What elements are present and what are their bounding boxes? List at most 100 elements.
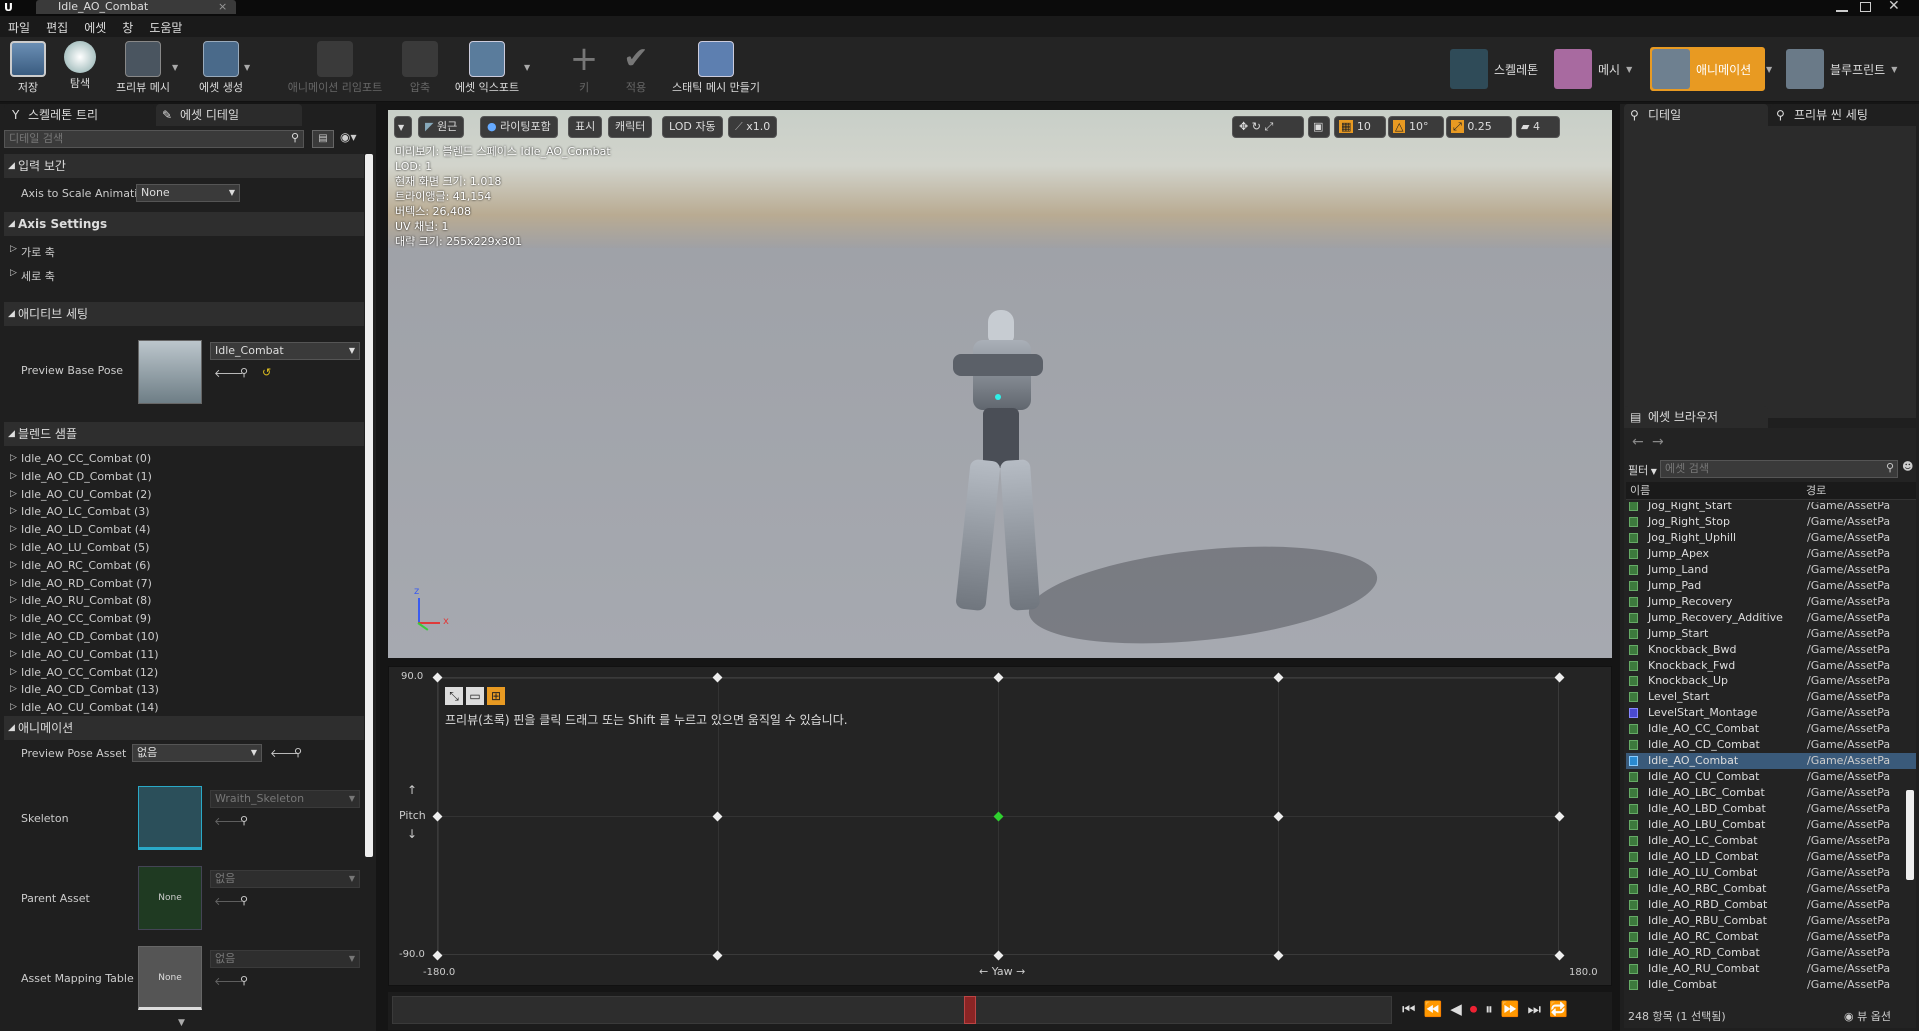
sample-pin[interactable]: [712, 672, 723, 682]
sample-pin[interactable]: [1273, 811, 1284, 821]
axis-item-horizontal[interactable]: ▷ 가로 축: [4, 244, 364, 262]
close-window-button[interactable]: ✕: [1888, 0, 1900, 14]
show-button[interactable]: 표시: [568, 116, 603, 138]
blend-sample-item[interactable]: ▷ Idle_AO_CU_Combat (14): [4, 699, 344, 716]
menu-window[interactable]: 창: [114, 16, 141, 37]
mode-mesh-button[interactable]: 메시 ▼: [1554, 47, 1632, 91]
back-arrow-icon[interactable]: ←: [1632, 434, 1644, 450]
play-reverse-icon[interactable]: ◀: [1450, 1000, 1462, 1018]
move-icon[interactable]: ✥: [1239, 120, 1252, 133]
blend-sample-item[interactable]: ▷ Idle_AO_CU_Combat (11): [4, 646, 344, 663]
record-icon[interactable]: ⏺: [1470, 1000, 1478, 1018]
sample-pin[interactable]: [1554, 950, 1564, 960]
asset-list-scrollbar[interactable]: [1906, 790, 1914, 880]
browse-icon[interactable]: ⚲: [240, 974, 248, 987]
asset-row[interactable]: Knockback_Bwd/Game/AssetPa: [1626, 642, 1916, 658]
tab-skeleton-tree[interactable]: Y 스켈레톤 트리: [4, 104, 154, 126]
preview-mesh-button[interactable]: 프리뷰 메시: [108, 39, 178, 99]
axis-to-scale-dropdown[interactable]: None ▼: [136, 184, 240, 202]
axis-item-vertical[interactable]: ▷ 세로 축: [4, 268, 364, 286]
mode-blueprint-dropdown-icon[interactable]: ▼: [1891, 65, 1897, 74]
playback-speed-button[interactable]: ⟋ x1.0: [728, 116, 778, 138]
timeline-scrubber[interactable]: [964, 996, 976, 1024]
asset-row[interactable]: Idle_AO_CC_Combat/Game/AssetPa: [1626, 721, 1916, 737]
preview-base-pose-dropdown[interactable]: Idle_Combat ▼: [210, 342, 360, 360]
preview-mesh-dropdown-icon[interactable]: ▼: [172, 63, 178, 72]
menu-edit[interactable]: 편집: [38, 16, 76, 37]
asset-row[interactable]: Idle_AO_LC_Combat/Game/AssetPa: [1626, 833, 1916, 849]
blendspace-graph[interactable]: ⤡ ▭ ⊞ 프리뷰(초록) 핀을 클릭 드래그 또는 Shift 를 누르고 있…: [388, 666, 1612, 986]
details-scrollbar[interactable]: [365, 154, 373, 857]
asset-row[interactable]: Jump_Apex/Game/AssetPa: [1626, 546, 1916, 562]
asset-search-input[interactable]: 에셋 검색 ⚲: [1660, 460, 1898, 478]
forward-arrow-icon[interactable]: →: [1652, 434, 1664, 450]
close-tab-icon[interactable]: ×: [218, 0, 227, 13]
asset-row[interactable]: Idle_AO_Combat/Game/AssetPa: [1626, 753, 1916, 770]
menu-file[interactable]: 파일: [0, 16, 38, 37]
reimport-animation-button[interactable]: 애니메이션 리임포트: [282, 39, 388, 99]
blend-sample-item[interactable]: ▷ Idle_AO_CD_Combat (1): [4, 468, 344, 485]
browse-icon[interactable]: ⚲: [240, 814, 248, 827]
rotation-snap-button[interactable]: △ 10°: [1388, 116, 1444, 138]
eye-icon[interactable]: ◉▾: [340, 130, 357, 144]
asset-row[interactable]: Idle_AO_CU_Combat/Game/AssetPa: [1626, 769, 1916, 785]
asset-row[interactable]: Jump_Land/Game/AssetPa: [1626, 562, 1916, 578]
asset-row[interactable]: Idle_AO_LBD_Combat/Game/AssetPa: [1626, 801, 1916, 817]
minimize-button[interactable]: [1836, 2, 1848, 12]
sample-pin[interactable]: [1273, 950, 1284, 960]
mode-animation-button[interactable]: 애니메이션: [1650, 47, 1766, 91]
section-axis-settings[interactable]: ◢ Axis Settings: [4, 212, 364, 236]
section-blend-samples[interactable]: ◢ 블렌드 샘플: [4, 422, 364, 446]
sample-pin[interactable]: [432, 811, 442, 821]
asset-row[interactable]: Idle_AO_RBC_Combat/Game/AssetPa: [1626, 881, 1916, 897]
browse-icon[interactable]: ⚲: [294, 746, 302, 759]
compression-button[interactable]: 압축: [398, 39, 442, 99]
blend-sample-item[interactable]: ▷ Idle_AO_CC_Combat (12): [4, 664, 344, 681]
timeline-track[interactable]: [392, 996, 1392, 1024]
step-forward-icon[interactable]: ⏩: [1501, 1000, 1520, 1018]
asset-row[interactable]: Idle_AO_LD_Combat/Game/AssetPa: [1626, 849, 1916, 865]
asset-row[interactable]: Idle_AO_RBU_Combat/Game/AssetPa: [1626, 913, 1916, 929]
asset-row[interactable]: Jump_Pad/Game/AssetPa: [1626, 578, 1916, 594]
asset-row[interactable]: Jump_Recovery_Additive/Game/AssetPa: [1626, 610, 1916, 626]
reset-icon[interactable]: ↺: [262, 366, 271, 379]
blend-sample-item[interactable]: ▷ Idle_AO_CU_Combat (2): [4, 486, 344, 503]
sample-pin[interactable]: [432, 672, 442, 682]
transform-tools-group[interactable]: ✥ ↻ ⤢: [1232, 116, 1304, 138]
column-path-header[interactable]: 경로: [1806, 482, 1826, 500]
apply-button[interactable]: ✔ 적용: [614, 39, 658, 99]
mode-blueprint-button[interactable]: 블루프린트 ▼: [1786, 47, 1897, 91]
section-additive-settings[interactable]: ◢ 애디티브 세팅: [4, 302, 364, 326]
asset-row[interactable]: Idle_AO_RD_Combat/Game/AssetPa: [1626, 945, 1916, 961]
key-button[interactable]: + 키: [564, 39, 604, 99]
blend-sample-item[interactable]: ▷ Idle_AO_RC_Combat (6): [4, 557, 344, 574]
blend-sample-item[interactable]: ▷ Idle_AO_CD_Combat (13): [4, 681, 344, 698]
mode-mesh-dropdown-icon[interactable]: ▼: [1626, 65, 1632, 74]
preview-base-pose-thumbnail[interactable]: [138, 340, 202, 404]
blend-sample-item[interactable]: ▷ Idle_AO_LC_Combat (3): [4, 503, 344, 520]
asset-row[interactable]: Jump_Start/Game/AssetPa: [1626, 626, 1916, 642]
export-asset-button[interactable]: 에셋 익스포트: [450, 39, 524, 99]
mode-animation-dropdown-icon[interactable]: ▼: [1766, 65, 1772, 74]
sample-pin[interactable]: [1273, 672, 1284, 682]
maximize-button[interactable]: [1860, 2, 1871, 12]
tab-preview-scene-settings[interactable]: ⚲ 프리뷰 씬 세팅: [1770, 104, 1916, 126]
sample-pin[interactable]: [712, 950, 723, 960]
scale-icon[interactable]: ⤢: [1264, 120, 1273, 133]
go-to-end-icon[interactable]: ⏭: [1527, 1000, 1541, 1018]
asset-row[interactable]: Knockback_Fwd/Game/AssetPa: [1626, 658, 1916, 674]
document-tab[interactable]: Idle_AO_Combat ×: [36, 0, 236, 14]
asset-mapping-thumbnail[interactable]: None: [138, 946, 202, 1010]
blend-sample-item[interactable]: ▷ Idle_AO_RU_Combat (8): [4, 592, 344, 609]
section-input-interpolation[interactable]: ◢ 입력 보간: [4, 154, 364, 178]
browse-button[interactable]: 탐색: [58, 39, 102, 99]
filter-button[interactable]: 필터 ▼: [1628, 462, 1657, 478]
save-button[interactable]: 저장: [6, 39, 50, 99]
asset-row[interactable]: Idle_AO_RC_Combat/Game/AssetPa: [1626, 929, 1916, 945]
browse-icon[interactable]: ⚲: [240, 366, 248, 379]
asset-row[interactable]: Jog_Right_Stop/Game/AssetPa: [1626, 514, 1916, 530]
sample-pin[interactable]: [993, 950, 1003, 960]
menu-help[interactable]: 도움말: [141, 16, 190, 37]
details-search-input[interactable]: 디테일 검색 ⚲: [4, 130, 304, 148]
parent-asset-thumbnail[interactable]: None: [138, 866, 202, 930]
